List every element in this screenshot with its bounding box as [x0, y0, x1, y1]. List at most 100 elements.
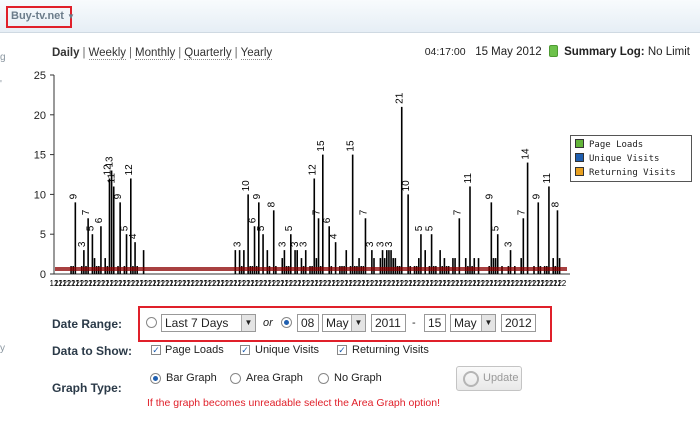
- bar-value-label: 5: [491, 225, 502, 231]
- data-to-show-label: Data to Show:: [52, 344, 132, 358]
- baseline-band: [55, 267, 567, 271]
- page-loads-checkbox[interactable]: ✓: [151, 345, 161, 355]
- bar-value-label: 10: [241, 180, 252, 192]
- bar-value-label: 21: [395, 92, 406, 104]
- legend-label: Page Loads: [589, 140, 644, 150]
- bar-value-label: 6: [322, 217, 333, 223]
- returning-visits-checkbox[interactable]: ✓: [337, 345, 347, 355]
- bar-value-label: 3: [277, 241, 288, 247]
- bar-value-label: 10: [401, 180, 412, 192]
- y-tick-label: 5: [40, 229, 46, 241]
- y-tick-label: 15: [34, 150, 46, 162]
- graph-warning: If the graph becomes unreadable select t…: [147, 397, 441, 409]
- chevron-down-icon: ▼: [66, 12, 75, 21]
- bar-value-label: 8: [550, 201, 561, 207]
- legend-label: Returning Visits: [589, 168, 676, 178]
- y-tick-label: 25: [34, 70, 46, 82]
- area-graph-radio[interactable]: [230, 373, 241, 384]
- chevron-down-icon: ▼: [481, 315, 495, 331]
- legend-label: Unique Visits: [589, 154, 660, 164]
- status-led-icon: [548, 45, 558, 57]
- unique-visits-checkbox[interactable]: ✓: [240, 345, 250, 355]
- status-time: 04:17:00: [424, 46, 466, 58]
- bar-value-label: 5: [414, 225, 425, 231]
- bar-value-label: 11: [542, 173, 553, 184]
- refresh-icon: [463, 371, 479, 387]
- tab-quarterly[interactable]: Quarterly: [184, 47, 232, 60]
- status-bar: 04:17:00 15 May 2012 Summary Log: No Lim…: [425, 45, 690, 58]
- top-bar: Buy-tv.net ▼: [0, 0, 700, 33]
- bar-value-label: 6: [248, 217, 259, 223]
- bar-value-label: 15: [316, 140, 327, 152]
- nav-separator: |: [234, 47, 238, 59]
- bar-value-label: 9: [252, 193, 263, 199]
- to-day-input[interactable]: 15: [424, 314, 446, 332]
- bar-value-label: 5: [120, 225, 131, 231]
- bar-value-label: 5: [284, 225, 295, 231]
- nav-separator: |: [82, 47, 86, 59]
- tab-yearly[interactable]: Yearly: [240, 47, 273, 60]
- bar-value-label: 6: [94, 217, 105, 223]
- bar-value-label: 3: [77, 241, 88, 247]
- y-tick-label: 20: [34, 110, 46, 122]
- bar-value-label: 4: [128, 233, 139, 239]
- page-loads-label: Page Loads: [165, 344, 224, 356]
- preset-range-radio[interactable]: [146, 317, 157, 328]
- to-month-select[interactable]: May ▼: [450, 314, 496, 332]
- tab-daily[interactable]: Daily: [52, 47, 80, 59]
- bar-value-label: 7: [358, 209, 369, 215]
- legend-swatch: [575, 167, 584, 176]
- bar-value-label: 15: [346, 140, 357, 152]
- or-text: or: [263, 317, 273, 329]
- custom-range-radio[interactable]: [281, 317, 292, 328]
- y-tick-label: 0: [40, 269, 46, 281]
- from-month-select[interactable]: May ▼: [322, 314, 366, 332]
- bar-value-label: 3: [365, 241, 376, 247]
- bar-value-label: 12: [124, 164, 135, 176]
- bar-value-label: 5: [85, 225, 96, 231]
- to-month-value: May: [454, 316, 477, 330]
- bar-value-label: 9: [484, 193, 495, 199]
- range-dash: -: [412, 317, 416, 329]
- legend-swatch: [575, 139, 584, 148]
- update-button[interactable]: Update: [456, 366, 522, 391]
- tab-monthly[interactable]: Monthly: [135, 47, 176, 60]
- bar-value-label: 9: [113, 193, 124, 199]
- bar-value-label: 5: [425, 225, 436, 231]
- tab-weekly[interactable]: Weekly: [88, 47, 126, 60]
- preset-range-select[interactable]: Last 7 Days ▼: [161, 314, 256, 332]
- nav-separator: |: [129, 47, 132, 59]
- bar-value-label: 7: [516, 209, 527, 215]
- status-date: 15 May 2012: [475, 46, 542, 58]
- bar-value-label: 13: [105, 156, 116, 168]
- y-tick-label: 10: [34, 189, 46, 201]
- from-day-input[interactable]: 08: [297, 314, 319, 332]
- returning-visits-label: Returning Visits: [352, 344, 429, 356]
- preset-range-value: Last 7 Days: [165, 316, 229, 330]
- legend-swatch: [575, 153, 584, 162]
- from-year-input[interactable]: 2011: [371, 314, 406, 332]
- site-name: Buy-tv.net: [11, 10, 64, 22]
- unique-visits-label: Unique Visits: [255, 344, 319, 356]
- period-nav: Daily | Weekly | Monthly | Quarterly | Yearly: [52, 47, 273, 60]
- no-graph-label: No Graph: [334, 372, 382, 384]
- bar-value-label: 9: [531, 193, 542, 199]
- bar-graph-radio[interactable]: [150, 373, 161, 384]
- no-graph-radio[interactable]: [318, 373, 329, 384]
- legend-item: Unique Visits: [575, 152, 687, 166]
- bar-value-label: 3: [504, 241, 515, 247]
- graph-type-label: Graph Type:: [52, 381, 122, 395]
- bar-value-label: 7: [81, 209, 92, 215]
- chevron-down-icon: ▼: [351, 315, 365, 331]
- date-range-label: Date Range:: [52, 317, 123, 331]
- bar-value-label: 7: [312, 209, 323, 215]
- bar-graph-label: Bar Graph: [166, 372, 217, 384]
- bar-value-label: 3: [384, 241, 395, 247]
- bar-value-label: 5: [256, 225, 267, 231]
- bar-value-label: 12: [307, 164, 318, 176]
- site-selector[interactable]: Buy-tv.net ▼: [6, 6, 75, 28]
- to-year-input[interactable]: 2012: [501, 314, 536, 332]
- bar-value-label: 3: [233, 241, 244, 247]
- legend-item: Page Loads: [575, 138, 687, 152]
- bar-value-label: 3: [299, 241, 310, 247]
